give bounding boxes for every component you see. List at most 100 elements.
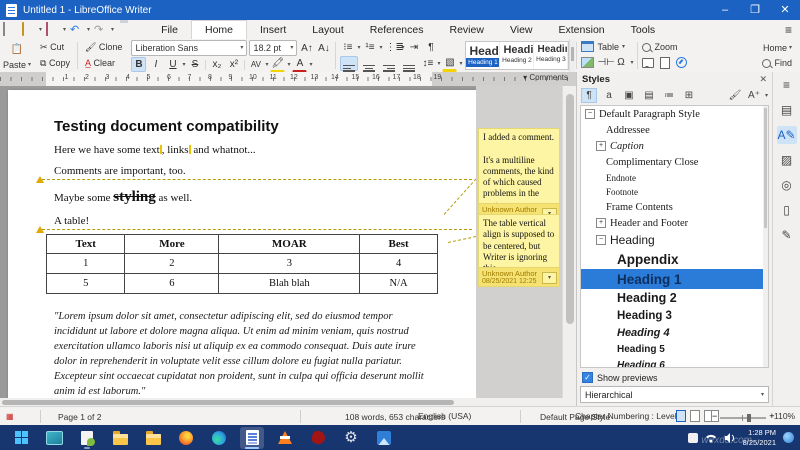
edge[interactable] <box>207 427 231 449</box>
tab-review[interactable]: Review <box>437 20 497 39</box>
red-app[interactable] <box>306 427 330 449</box>
status-zoom-percent[interactable]: 110% <box>774 406 795 425</box>
gallery-tab-icon[interactable]: ▨ <box>777 151 797 169</box>
page-break-icon[interactable] <box>660 57 670 69</box>
vlc[interactable] <box>273 427 297 449</box>
tray-app-icon[interactable] <box>688 433 698 443</box>
tab-tools[interactable]: Tools <box>618 20 669 39</box>
zoom-slider[interactable]: − + <box>712 414 775 421</box>
list-styles-icon[interactable]: ≔ <box>661 88 677 103</box>
special-character-icon[interactable]: Ω <box>613 55 628 70</box>
font-name-combo[interactable]: Liberation Sans▾ <box>131 40 247 56</box>
print-icon[interactable] <box>118 23 134 36</box>
start-button[interactable] <box>9 427 33 449</box>
grow-font-icon[interactable]: A↑ <box>299 41 314 56</box>
comment-card[interactable]: The table vertical align is supposed to … <box>478 214 560 287</box>
style-item-heading-1[interactable]: Heading 1 <box>581 269 768 289</box>
increase-indent-icon[interactable]: ⇥ <box>406 40 421 55</box>
page-tab-icon[interactable]: ▯ <box>777 201 797 219</box>
font-size-combo[interactable]: 18.2 pt▾ <box>249 40 297 56</box>
align-left-button[interactable] <box>340 56 358 71</box>
table-header[interactable]: MOAR <box>219 235 360 254</box>
style-item-default-paragraph-style[interactable]: −Default Paragraph Style <box>581 106 768 122</box>
styles-tab-icon[interactable]: A✎ <box>777 126 797 144</box>
style-item-heading-2[interactable]: Heading 2 <box>581 289 768 308</box>
expand-icon[interactable]: + <box>596 141 606 151</box>
tab-extension[interactable]: Extension <box>546 20 618 39</box>
photos[interactable] <box>372 427 396 449</box>
table-cell[interactable]: 5 <box>47 274 125 294</box>
align-right-button[interactable] <box>380 56 398 71</box>
style-item-header-and-footer[interactable]: +Header and Footer <box>581 215 768 231</box>
clock[interactable]: 1:28 PM 8/25/2021 <box>743 428 776 447</box>
undo-icon[interactable]: ↶ <box>70 23 86 36</box>
navigator-tab-icon[interactable]: ◎ <box>777 176 797 194</box>
cut-button[interactable]: ✂ Cut <box>37 40 67 55</box>
gallery-style-heading-1[interactable]: Heading 1Heading 1 <box>466 42 500 69</box>
outline-list-icon[interactable]: ⋮≣ <box>384 40 399 55</box>
copy-button[interactable]: ⧉ Copy <box>37 56 73 71</box>
settings[interactable]: ⚙ <box>339 427 363 449</box>
style-item-footnote[interactable]: Footnote <box>581 185 768 199</box>
highlight-color-button[interactable]: 🖍 <box>270 56 285 73</box>
show-previews-checkbox[interactable]: ✓ <box>582 372 593 383</box>
style-item-heading-6[interactable]: Heading 6 <box>581 357 768 368</box>
table-header[interactable]: More <box>125 235 219 254</box>
file-explorer-2[interactable] <box>141 427 165 449</box>
clone-formatting-button[interactable]: 🖌 Clone <box>82 40 125 55</box>
tab-insert[interactable]: Insert <box>247 20 299 39</box>
tab-layout[interactable]: Layout <box>299 20 357 39</box>
window-menu-icon[interactable] <box>3 23 19 36</box>
style-item-heading-4[interactable]: Heading 4 <box>581 325 768 342</box>
table-cell[interactable]: Blah blah <box>219 274 360 294</box>
style-item-complimentary-close[interactable]: Complimentary Close <box>581 154 768 170</box>
menubar-hamburger-icon[interactable]: ≡ <box>785 23 792 37</box>
frame-styles-icon[interactable]: ▣ <box>621 88 637 103</box>
style-item-heading-5[interactable]: Heading 5 <box>581 342 768 358</box>
multi-page-view-icon[interactable] <box>690 410 700 422</box>
home-menu-button[interactable]: Home <box>763 43 787 53</box>
style-item-caption[interactable]: +Caption <box>581 138 768 154</box>
status-language[interactable]: English (USA) <box>418 406 471 425</box>
notepad-app[interactable] <box>75 427 99 449</box>
gallery-scrollbar[interactable] <box>569 39 575 72</box>
bold-button[interactable]: B <box>131 57 146 72</box>
notification-badge-icon[interactable] <box>783 432 794 443</box>
zoom-button[interactable]: Zoom <box>654 42 677 52</box>
strikethrough-button[interactable]: S <box>187 57 202 72</box>
collapse-icon[interactable]: − <box>585 109 595 119</box>
style-filter-dropdown[interactable]: Hierarchical▾ <box>580 386 769 403</box>
paragraph-styles-icon[interactable]: ¶ <box>581 88 597 103</box>
file-explorer[interactable] <box>108 427 132 449</box>
table-cell[interactable]: 3 <box>219 254 360 274</box>
style-item-endnote[interactable]: Endnote <box>581 171 768 185</box>
superscript-button[interactable]: x² <box>226 57 241 72</box>
wifi-icon[interactable] <box>705 432 717 444</box>
paste-icon[interactable]: 📋 <box>10 42 25 57</box>
character-spacing-button[interactable]: AV <box>248 57 263 72</box>
shrink-font-icon[interactable]: A↓ <box>316 41 331 56</box>
page-styles-icon[interactable]: ▤ <box>641 88 657 103</box>
table-header[interactable]: Best <box>360 235 438 254</box>
comment-menu-button[interactable]: ▾ <box>542 272 557 284</box>
properties-tab-icon[interactable]: ▤ <box>777 101 797 119</box>
single-page-view-icon[interactable] <box>676 410 686 422</box>
unordered-list-icon[interactable]: ⁝≡ <box>340 40 355 55</box>
tab-references[interactable]: References <box>357 20 437 39</box>
status-outline-level[interactable]: Chapter Numbering : Level 1 <box>575 406 684 425</box>
table-cell[interactable]: 4 <box>360 254 438 274</box>
style-item-heading-3[interactable]: Heading 3 <box>581 308 768 325</box>
save-caret[interactable]: ▾ <box>63 26 66 33</box>
style-item-heading[interactable]: −Heading <box>581 231 768 249</box>
status-page-count[interactable]: Page 1 of 2 <box>58 407 101 426</box>
formatting-marks-icon[interactable]: ¶ <box>423 40 438 55</box>
save-icon[interactable] <box>46 23 62 36</box>
font-color-button[interactable]: A <box>292 56 307 73</box>
paragraph-color-icon[interactable]: ▧ <box>442 55 457 72</box>
firefox[interactable] <box>174 427 198 449</box>
character-styles-icon[interactable]: a <box>601 88 617 103</box>
table-cell[interactable]: 6 <box>125 274 219 294</box>
open-caret[interactable]: ▾ <box>39 26 42 33</box>
inspector-tab-icon[interactable]: ✎ <box>777 226 797 244</box>
table-button[interactable]: Table <box>597 42 619 52</box>
